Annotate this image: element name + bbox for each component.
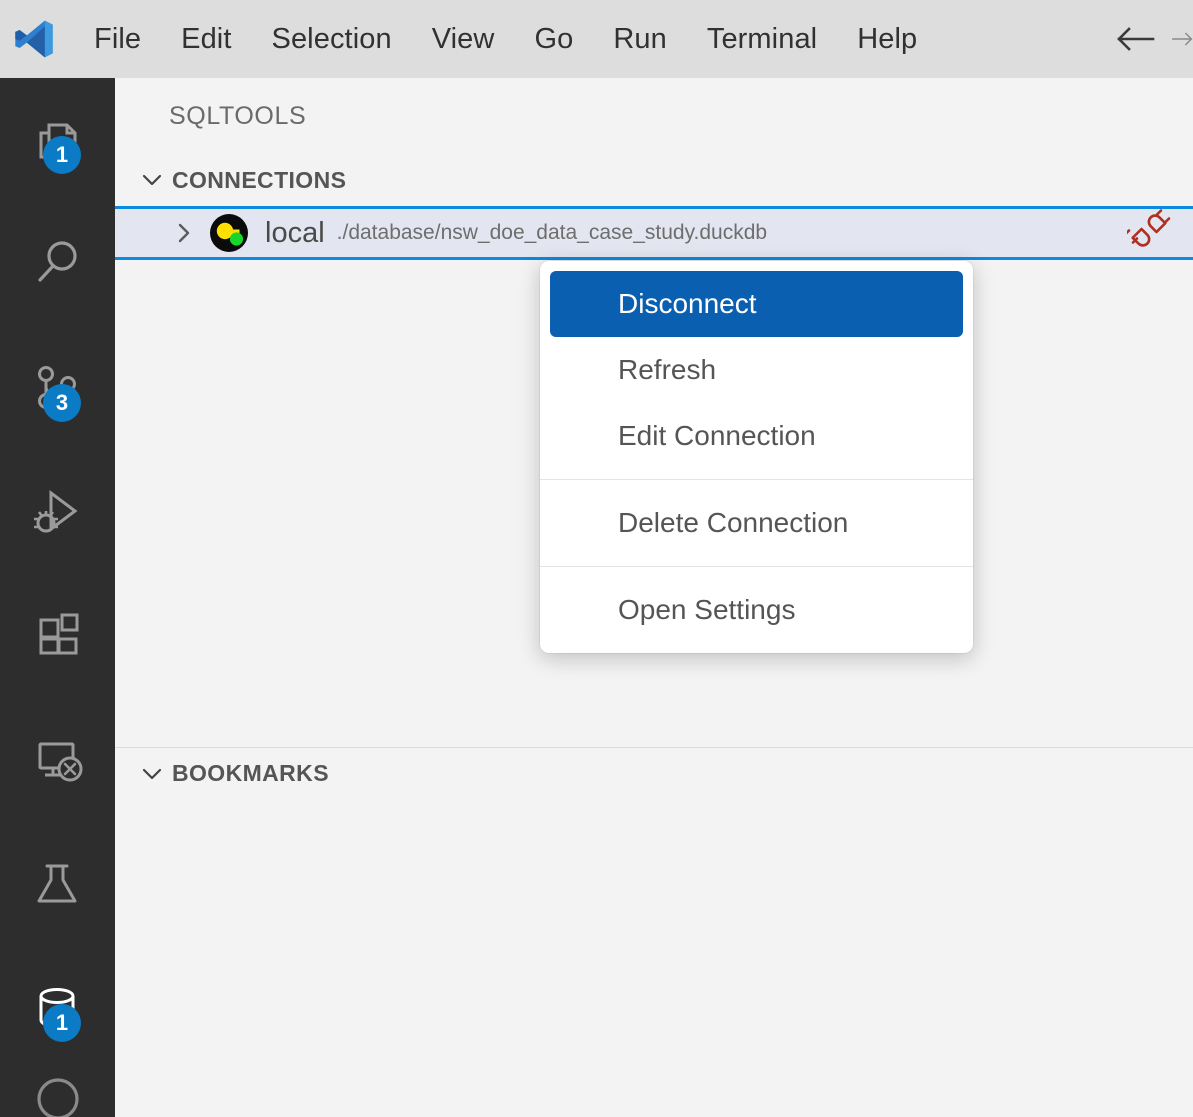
activity-item-extensions[interactable] — [0, 574, 115, 698]
duckdb-icon — [209, 213, 249, 253]
remote-explorer-icon — [38, 742, 82, 782]
connection-row-local[interactable]: local ./database/nsw_doe_data_case_study… — [115, 206, 1193, 260]
activity-item-sqltools[interactable]: 1 — [0, 946, 115, 1070]
chevron-right-icon[interactable] — [167, 220, 201, 246]
activity-item-run-and-debug[interactable] — [0, 450, 115, 574]
activity-item-accounts[interactable] — [0, 1070, 115, 1117]
bookmarks-empty-area — [115, 799, 1193, 1059]
section-header-bookmarks[interactable]: BOOKMARKS — [115, 747, 1193, 799]
source-control-badge: 3 — [43, 384, 81, 422]
sidebar-title: SQLTOOLS — [169, 101, 307, 130]
navigation-controls — [1107, 0, 1193, 78]
connection-name: local — [265, 216, 325, 249]
context-menu-group-3: Open Settings — [540, 566, 973, 643]
extensions-icon — [39, 613, 78, 655]
menu-run[interactable]: Run — [593, 19, 687, 60]
context-menu-item-refresh[interactable]: Refresh — [550, 337, 963, 403]
arrow-right-icon[interactable] — [1169, 0, 1193, 78]
activity-bar: 1 3 1 — [0, 78, 115, 1117]
menu-terminal[interactable]: Terminal — [687, 19, 837, 60]
section-label-bookmarks: BOOKMARKS — [172, 760, 329, 786]
context-menu-item-edit-connection[interactable]: Edit Connection — [550, 403, 963, 469]
activity-item-source-control[interactable]: 3 — [0, 326, 115, 450]
connection-context-menu: Disconnect Refresh Edit Connection Delet… — [540, 261, 973, 653]
explorer-badge: 1 — [43, 136, 81, 174]
search-icon — [37, 241, 77, 282]
arrow-left-icon[interactable] — [1107, 0, 1169, 78]
vscode-logo-icon[interactable] — [8, 13, 60, 65]
run-debug-icon — [33, 490, 77, 533]
context-menu-item-disconnect[interactable]: Disconnect — [550, 271, 963, 337]
context-menu-group-1: Disconnect Refresh Edit Connection — [540, 271, 973, 469]
account-icon — [36, 1078, 79, 1117]
menu-view[interactable]: View — [412, 19, 515, 60]
menu-bar: File Edit Selection View Go Run Terminal… — [74, 0, 937, 78]
beaker-icon — [37, 864, 76, 903]
activity-item-remote-explorer[interactable] — [0, 698, 115, 822]
menu-selection[interactable]: Selection — [252, 19, 412, 60]
context-menu-item-open-settings[interactable]: Open Settings — [550, 577, 963, 643]
disconnect-plug-icon[interactable] — [1123, 209, 1171, 258]
activity-item-testing[interactable] — [0, 822, 115, 946]
menu-help[interactable]: Help — [837, 19, 937, 60]
chevron-down-icon — [132, 167, 172, 193]
menu-edit[interactable]: Edit — [161, 19, 251, 60]
section-header-connections[interactable]: CONNECTIONS — [115, 154, 1193, 206]
chevron-down-icon — [132, 761, 172, 787]
connection-actions — [1123, 209, 1171, 258]
menu-go[interactable]: Go — [514, 19, 593, 60]
activity-item-explorer[interactable]: 1 — [0, 78, 115, 202]
sqltools-badge: 1 — [43, 1004, 81, 1042]
connection-path: ./database/nsw_doe_data_case_study.duckd… — [336, 221, 768, 244]
context-menu-group-2: Delete Connection — [540, 479, 973, 556]
context-menu-item-delete-connection[interactable]: Delete Connection — [550, 490, 963, 556]
activity-item-search[interactable] — [0, 202, 115, 326]
vscode-window: File Edit Selection View Go Run Terminal… — [0, 0, 1193, 1117]
menu-file[interactable]: File — [74, 19, 161, 60]
title-bar: File Edit Selection View Go Run Terminal… — [0, 0, 1193, 78]
section-label-connections: CONNECTIONS — [172, 166, 347, 193]
